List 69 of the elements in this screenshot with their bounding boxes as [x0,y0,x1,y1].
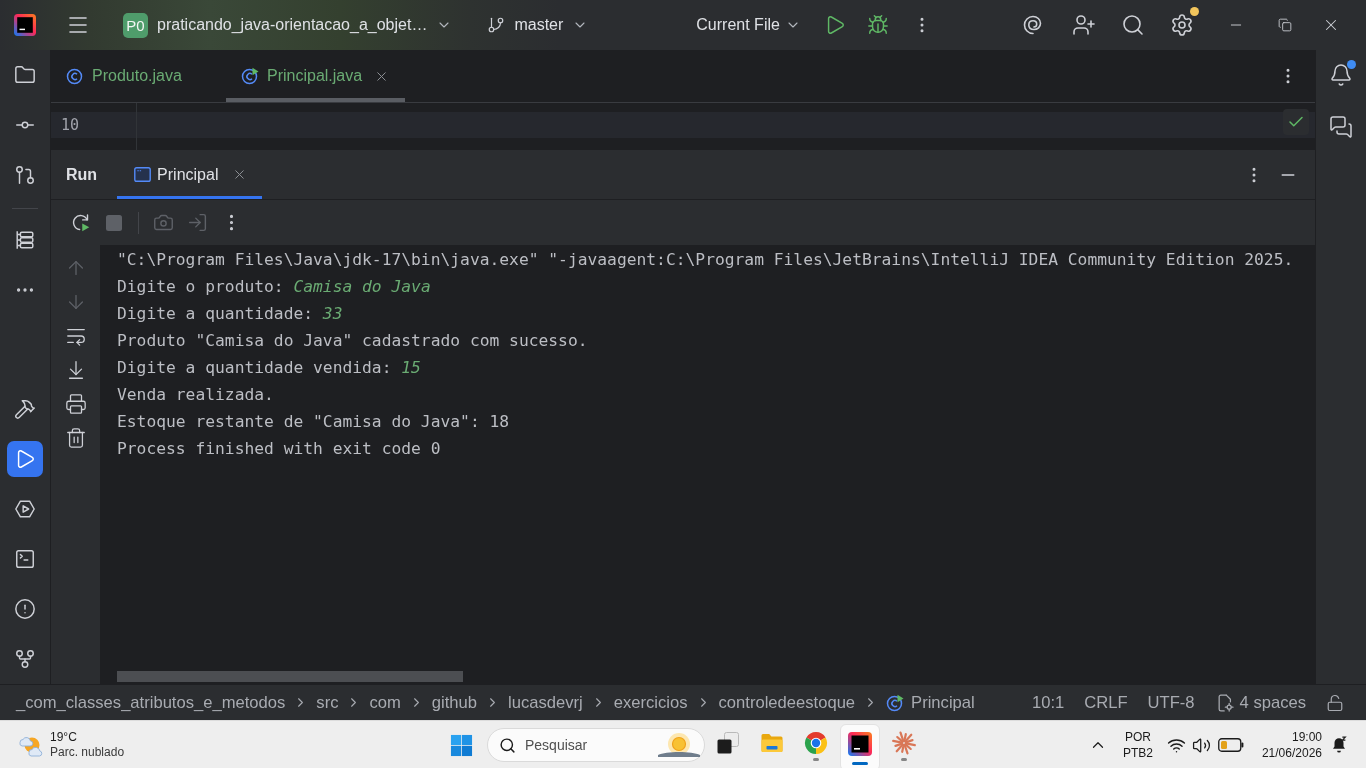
breadcrumb-item[interactable]: lucasdevrj [508,692,583,713]
play-icon[interactable] [7,441,43,477]
indentation-widget[interactable]: 4 spaces [1214,692,1306,713]
cursor-position[interactable]: 10:1 [1031,692,1065,713]
stacked-squares-icon[interactable] [716,731,740,755]
start-icon[interactable] [449,733,473,757]
breadcrumb-item[interactable]: Principal [886,692,975,713]
trash-icon[interactable] [64,427,87,449]
ide-logo-icon[interactable] [14,14,36,36]
browser-icon[interactable] [804,731,828,755]
console-line: Digite o produto: Camisa do Java [117,276,432,298]
horizontal-scrollbar[interactable] [117,671,463,682]
language-indicator[interactable]: POR PTB2 [1122,729,1153,761]
breadcrumb-item[interactable]: _com_classes_atributos_e_metodos [16,692,286,713]
breadcrumb-item[interactable]: github [431,692,478,713]
structure-icon[interactable] [14,229,36,251]
bug-icon[interactable] [866,14,889,36]
line-number: 10 [51,112,137,138]
hammer-icon[interactable] [14,398,36,420]
add-user-icon[interactable] [1071,13,1096,37]
breadcrumb-item[interactable]: exercicios [613,692,688,713]
console-line: "C:\Program Files\Java\jdk-17\bin\java.exe" "-javaagent:C:\Program Files\JetBrains\IntelliJ IDEA Community Edition 2025. [117,249,1295,271]
clock[interactable]: 19:00 21/06/2026 [1261,729,1322,761]
console-line: Process finished with exit code 0 [117,438,442,460]
print-icon[interactable] [64,393,87,415]
folder-icon[interactable] [14,64,36,86]
hexagon-play-icon[interactable] [14,498,36,520]
editor-tab[interactable]: Produto.java [51,50,226,102]
run-configuration-selector[interactable]: Current File [692,8,805,42]
project-selector[interactable]: P0 praticando_java-orientacao_a_objet… [119,8,457,42]
search-icon [499,737,516,754]
temperature-label: 19°C [50,731,78,744]
console-line: Digite a quantidade: 33 [117,303,344,325]
breadcrumb-item[interactable]: com [369,692,401,713]
bell-icon[interactable] [1329,63,1353,87]
restore-icon[interactable] [1277,18,1292,32]
battery-icon[interactable] [1217,738,1244,752]
console-icon [134,167,152,182]
branch-icon [487,16,506,34]
search-field[interactable]: Pesquisar [487,728,705,762]
chat-icon[interactable] [1329,115,1353,139]
console-line: Digite a quantidade vendida: 15 [117,357,422,379]
weather-condition: Parc. nublado [50,746,125,759]
alert-icon[interactable] [14,598,36,620]
bell-icon[interactable] [1330,736,1348,754]
branch-icon[interactable] [14,648,36,670]
project-badge: P0 [123,12,148,38]
console-line: Venda realizada. [117,384,275,406]
unlocked-icon[interactable] [1326,693,1344,712]
console-line: Produto "Camisa do Java" cadastrado com sucesso. [117,330,589,352]
class-icon [66,67,84,85]
asterisk-icon[interactable] [892,731,916,755]
line-separator[interactable]: CRLF [1084,692,1128,713]
breadcrumb-item[interactable]: src [316,692,339,713]
runnable-class-icon [241,67,259,85]
ide-icon[interactable] [840,724,880,768]
panel-title: Run [65,165,98,184]
sun-landscape-icon [657,731,701,759]
file-encoding[interactable]: UTF-8 [1147,692,1195,713]
check-icon[interactable] [1283,109,1309,135]
run-tab[interactable]: Principal [117,150,263,199]
terminal-icon[interactable] [14,548,36,570]
console-line: Estoque restante de "Camisa do Java": 18 [117,411,511,433]
pull-request-icon[interactable] [14,164,36,186]
breadcrumb-item[interactable]: controledeestoque [718,692,856,713]
settings-icon[interactable] [1169,13,1194,37]
runnable-class-icon [886,693,905,712]
branch-selector[interactable]: master [483,8,593,42]
search-icon[interactable] [1120,13,1145,37]
